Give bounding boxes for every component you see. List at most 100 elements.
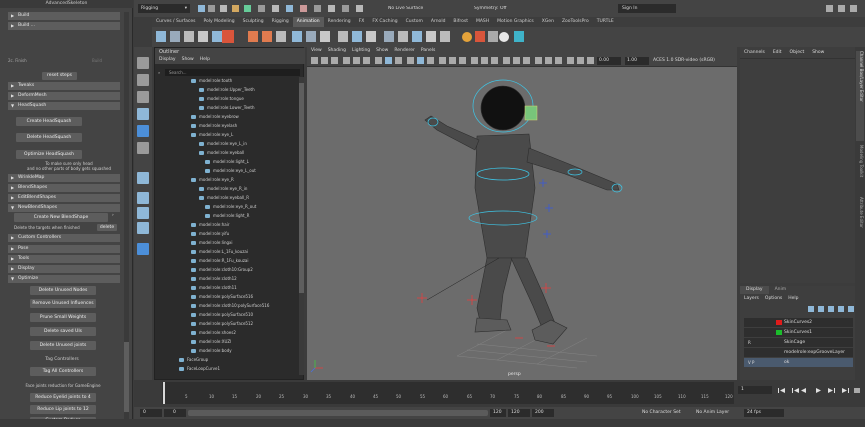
scale-tool-icon[interactable]	[137, 142, 149, 154]
live-surface-label[interactable]: No Live Surface	[388, 6, 423, 11]
tab-channel-box-layer-editor[interactable]: Channel Box/Layer Editor	[856, 51, 864, 141]
delete-targets-button[interactable]: delete	[97, 224, 117, 231]
tab-poly-modeling[interactable]: Poly Modeling	[200, 17, 239, 27]
section-editblendshapes[interactable]: ▶ EditBlendShapes	[8, 194, 120, 202]
tab-turtle[interactable]: TURTLE	[593, 17, 618, 27]
section-tools[interactable]: ▶ Tools	[8, 255, 120, 263]
fps-dropdown[interactable]: 24 fps	[744, 409, 784, 417]
end-time-field[interactable]: 200	[532, 409, 554, 417]
tab-sculpting[interactable]: Sculpting	[239, 17, 268, 27]
reduce-lip-button[interactable]: Reduce Lip joints to 12	[30, 405, 96, 414]
workspace-dropdown[interactable]: Rigging ▾	[138, 4, 190, 13]
layer-row[interactable]: SkinCurves1	[744, 328, 853, 337]
viewport-toolbar-icons[interactable]	[309, 55, 595, 67]
reset-steps-button[interactable]: reset steps	[42, 72, 77, 80]
outliner-item[interactable]: model:role:eye_L_in	[199, 140, 247, 148]
layer-action-icons[interactable]	[806, 305, 854, 313]
tab-curves-surfaces[interactable]: Curves / Surfaces	[152, 17, 200, 27]
layer-flag[interactable]: V P	[748, 358, 754, 367]
section-headsquash[interactable]: ▼ HeadSquash	[8, 102, 120, 110]
playback-controls[interactable]	[776, 386, 862, 395]
tab-xgen[interactable]: XGen	[538, 17, 558, 27]
outliner-item[interactable]: model:role:light_R	[205, 212, 249, 220]
outliner-item[interactable]: model:role:cloth12	[191, 275, 237, 283]
delete-unused-nodes-button[interactable]: Delete Unused Nodes	[30, 286, 96, 295]
layout-four-icon[interactable]	[137, 192, 149, 204]
outliner-item[interactable]: model:role:eyeball	[199, 149, 244, 157]
start-time-field[interactable]: 0	[140, 409, 162, 417]
section-optimize[interactable]: ▼ Optimize	[8, 275, 120, 283]
current-time-marker[interactable]	[163, 382, 165, 404]
tab-rigging[interactable]: Rigging	[268, 17, 293, 27]
tab-custom[interactable]: Custom	[402, 17, 427, 27]
persp-viewport[interactable]: View Shading Lighting Show Renderer Pane…	[307, 47, 737, 380]
outliner-item[interactable]: model:role:eye_R_out	[205, 203, 256, 211]
outliner-item[interactable]: model:role:cloth10:Group2	[191, 266, 253, 274]
layer-row[interactable]: R SkinCage	[744, 338, 853, 347]
vp-menu-panels[interactable]: Panels	[421, 47, 435, 55]
outliner-item[interactable]: model:role:polySurface516	[191, 293, 253, 301]
sign-in-dropdown[interactable]: Sign In	[618, 4, 676, 13]
range-end-field[interactable]: 120	[508, 409, 530, 417]
channels-menu-show[interactable]: Show	[812, 50, 824, 55]
color-space-label[interactable]: ACES 1.0 SDR-video (sRGB)	[653, 57, 723, 65]
tag-all-controllers-button[interactable]: Tag All Controllers	[30, 367, 96, 376]
symmetry-dropdown[interactable]: Symmetry: Off	[474, 6, 507, 11]
layer-color-swatch[interactable]	[776, 320, 782, 325]
character-set-dropdown[interactable]: No Character Set	[642, 409, 702, 417]
tab-motion-graphics[interactable]: Motion Graphics	[493, 17, 538, 27]
section-blendshapes[interactable]: ▶ BlendShapes	[8, 184, 120, 192]
section-tweaks[interactable]: ▶ Tweaks	[8, 82, 120, 90]
anim-layer-dropdown[interactable]: No Anim Layer	[696, 409, 740, 417]
outliner-search-input[interactable]: Search...	[165, 69, 300, 76]
vp-menu-show[interactable]: Show	[376, 47, 388, 55]
outliner-item[interactable]: model:role:eye_R	[191, 176, 234, 184]
move-tool-icon[interactable]	[137, 108, 149, 120]
outliner-item[interactable]: FaceLoopCurve1	[179, 365, 220, 373]
character-rig-scene[interactable]: persp	[307, 68, 737, 380]
prune-small-weights-button[interactable]: Prune Small Weights	[30, 313, 96, 322]
outliner-item[interactable]: model:role:eye_L_out	[205, 167, 256, 175]
layers-menu-options[interactable]: Options	[765, 296, 782, 301]
chevron-right-icon[interactable]: ›	[112, 213, 114, 218]
section-deformmesh[interactable]: ▶ DeformMesh	[8, 92, 120, 100]
outliner-item[interactable]: model:role:tooth	[191, 77, 232, 85]
outliner-item[interactable]: model:role:lingxi	[191, 239, 233, 247]
outliner-item[interactable]: model:role:Upper_Teeth	[199, 86, 255, 94]
outliner-item[interactable]: model:role:body	[191, 347, 232, 355]
section-display[interactable]: ▶ Display	[8, 265, 120, 273]
paint-select-icon[interactable]	[137, 91, 149, 103]
layout-outliner-icon[interactable]	[137, 222, 149, 234]
vp-menu-lighting[interactable]: Lighting	[352, 47, 370, 55]
section-pose[interactable]: ▶ Pose	[8, 245, 120, 253]
left-panel-scrollbar[interactable]	[124, 12, 129, 422]
tab-bifrost[interactable]: Bifrost	[449, 17, 472, 27]
section-custom-controllers[interactable]: ▶ Custom Controllers	[8, 234, 120, 242]
create-headsquash-button[interactable]: Create HeadSquash	[16, 117, 82, 126]
channels-menu-edit[interactable]: Edit	[773, 50, 782, 55]
lasso-tool-icon[interactable]	[137, 74, 149, 86]
range-bar[interactable]	[188, 410, 488, 416]
time-slider[interactable]: 5 10 15 20 25 30 35 40 45 50 55 60 65 70 75 80 85 90 95 100…	[134, 380, 865, 407]
tab-anim[interactable]: Anim	[769, 286, 793, 294]
section-build[interactable]: ▶ Build	[8, 12, 120, 20]
outliner-item[interactable]: model:role:eye_L	[191, 131, 233, 139]
current-frame-field[interactable]: 1	[738, 386, 772, 394]
section-newblendshapes[interactable]: ▼ NewBlendShapes	[8, 204, 120, 212]
tab-fx[interactable]: FX	[355, 17, 369, 27]
outliner-item[interactable]: model:role:R_1Fu_kouzai	[191, 257, 249, 265]
playback-end-field[interactable]: 120	[490, 409, 506, 417]
layers-menu-layers[interactable]: Layers	[744, 296, 759, 301]
tab-animation[interactable]: Animation	[292, 17, 324, 27]
delete-saved-uis-button[interactable]: Delete saved UIs	[30, 327, 96, 336]
channels-menu-object[interactable]: Object	[790, 50, 805, 55]
layer-row[interactable]: V P ok	[744, 358, 853, 367]
outliner-menu-help[interactable]: Help	[200, 56, 210, 64]
delete-headsquash-button[interactable]: Delete HeadSquash	[16, 133, 82, 142]
outliner-item[interactable]: model:role:eyelash	[191, 122, 237, 130]
section-wrinklemap[interactable]: ▶ WrinkleMap	[8, 174, 120, 182]
reduce-eyelid-button[interactable]: Reduce Eyelid joints to 4	[30, 393, 96, 402]
outliner-item[interactable]: model:role:shoes2	[191, 329, 236, 337]
layer-row[interactable]: modelrole:expGrooveLayer	[744, 348, 853, 357]
layer-color-swatch[interactable]	[776, 330, 782, 335]
